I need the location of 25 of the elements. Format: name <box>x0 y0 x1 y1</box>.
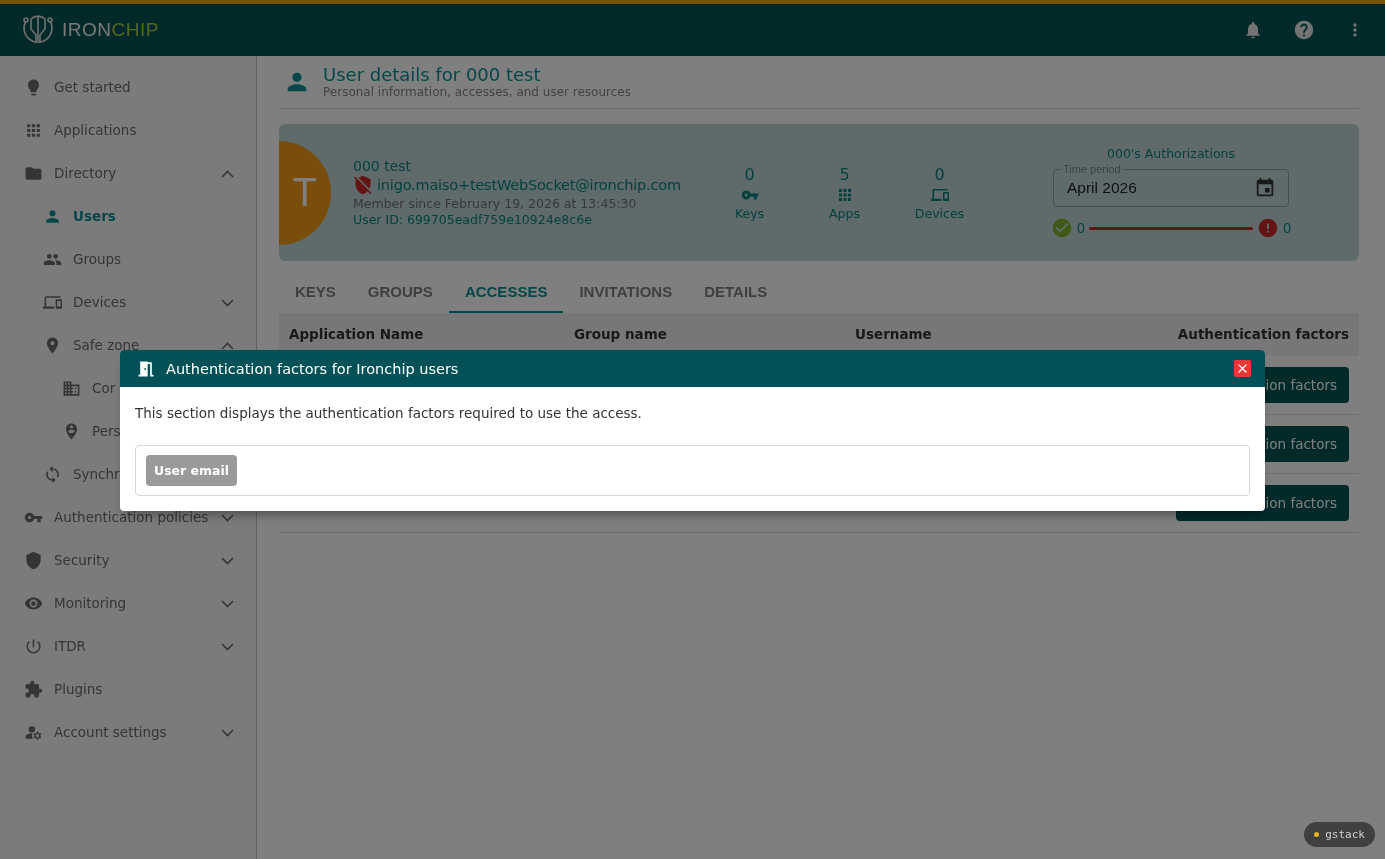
user-id: User ID: 699705eadf759e10924e8c6e <box>353 212 593 227</box>
failure-count: 0 <box>1283 220 1291 236</box>
stat-label: Apps <box>829 205 860 221</box>
stat-label: Devices <box>914 205 965 221</box>
brand-name: IRON <box>62 19 112 41</box>
page-title: User details for 000 test <box>323 64 542 85</box>
dialog-title: Authentication factors for Ironchip users <box>166 360 460 377</box>
stat-value: 0 <box>934 164 945 184</box>
authorizations-title: 000's Authorizations <box>1107 146 1235 161</box>
stat-value: 0 <box>744 164 755 184</box>
column-header: Application Name <box>289 327 425 342</box>
column-header: Authentication factors <box>1176 327 1349 342</box>
user-name: 000 test <box>353 158 413 174</box>
user-email: inigo.maiso+testWebSocket@ironchip.com <box>377 177 681 193</box>
factor-chip: User email <box>146 455 238 486</box>
avatar: T <box>279 140 331 245</box>
badge-label: gstack <box>1325 828 1365 841</box>
column-header: Username <box>855 327 933 342</box>
stat-label: Keys <box>734 205 765 221</box>
column-header: Group name <box>574 327 668 342</box>
stat-value: 5 <box>839 164 850 184</box>
dialog-description: This section displays the authentication factors required to use the access. <box>135 405 643 421</box>
brand-name: CHIP <box>111 19 159 41</box>
success-count: 0 <box>1077 220 1085 236</box>
page-subtitle: Personal information, accesses, and user resources <box>323 85 631 99</box>
